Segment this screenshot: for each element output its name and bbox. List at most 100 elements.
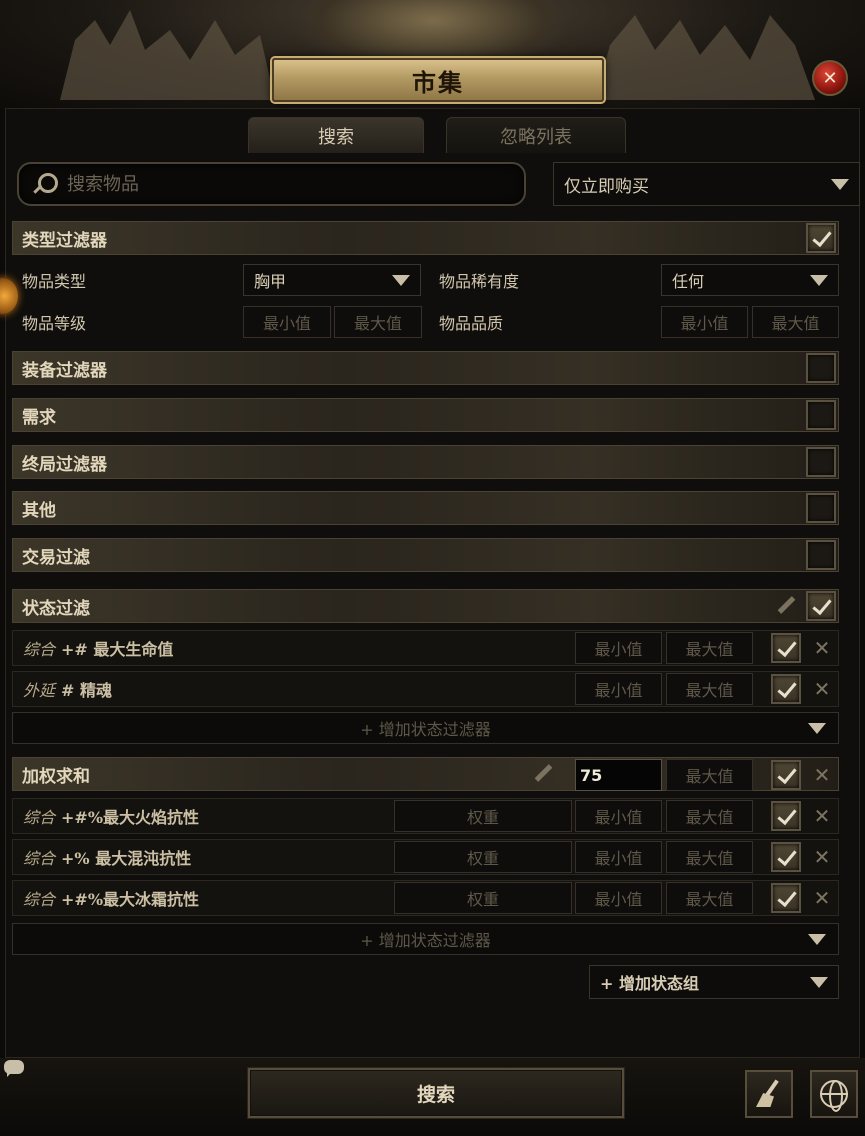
- item-search-box[interactable]: [17, 162, 526, 206]
- stat-weight-input[interactable]: 权重: [394, 882, 572, 914]
- chevron-down-icon: [810, 275, 828, 286]
- search-button[interactable]: 搜索: [248, 1068, 624, 1118]
- add-stat-group-select[interactable]: + 增加状态组: [589, 965, 839, 999]
- close-button[interactable]: ✕: [812, 60, 848, 96]
- right-statues-decoration: [595, 15, 815, 100]
- buy-mode-select[interactable]: 仅立即购买: [553, 162, 860, 206]
- stat-filters-checkbox[interactable]: [806, 591, 836, 621]
- stat-row-checkbox[interactable]: [771, 633, 801, 663]
- stat-min-input[interactable]: 最小值: [575, 841, 662, 873]
- left-statues-decoration: [60, 10, 275, 100]
- stat-row-checkbox[interactable]: [771, 883, 801, 913]
- add-stat-filter-select[interactable]: + 增加状态过滤器: [12, 923, 839, 955]
- item-level-min-input[interactable]: 最小值: [243, 306, 331, 338]
- tab-ignore-list-label: 忽略列表: [500, 126, 572, 148]
- stat-prefix: 外延: [23, 681, 56, 700]
- weighted-sum-max-input[interactable]: 最大值: [666, 759, 753, 791]
- clear-filters-button[interactable]: [745, 1070, 793, 1118]
- add-stat-filter-select[interactable]: + 增加状态过滤器: [12, 712, 839, 744]
- equipment-filters-header[interactable]: 装备过滤器: [12, 351, 839, 385]
- stat-max-input[interactable]: 最大值: [666, 632, 753, 664]
- item-quality-label: 物品品质: [439, 314, 504, 333]
- type-filters-checkbox[interactable]: [806, 223, 836, 253]
- endgame-filters-header[interactable]: 终局过滤器: [12, 445, 839, 479]
- placeholder-text: 最小值: [594, 849, 643, 868]
- add-stat-group-label: + 增加状态组: [600, 974, 699, 993]
- placeholder-text: 最小值: [262, 314, 311, 333]
- weighted-sum-min-input[interactable]: 75: [575, 759, 662, 791]
- stat-filters-label: 状态过滤: [22, 598, 90, 619]
- stat-max-input[interactable]: 最大值: [666, 800, 753, 832]
- equipment-filters-checkbox[interactable]: [806, 353, 836, 383]
- requirements-checkbox[interactable]: [806, 400, 836, 430]
- remove-group-icon[interactable]: ✕: [812, 765, 832, 785]
- globe-icon: [820, 1080, 848, 1112]
- remove-stat-icon[interactable]: ✕: [812, 638, 832, 658]
- stat-min-input[interactable]: 最小值: [575, 673, 662, 705]
- pencil-icon[interactable]: [532, 763, 554, 785]
- filter-group-label: 其他: [22, 500, 56, 521]
- stat-max-input[interactable]: 最大值: [666, 673, 753, 705]
- stat-min-input[interactable]: 最小值: [575, 632, 662, 664]
- tab-ignore-list[interactable]: 忽略列表: [446, 117, 626, 153]
- tab-bar: 搜索 忽略列表: [0, 117, 865, 155]
- weighted-sum-min-value: 75: [580, 765, 603, 785]
- item-rarity-select[interactable]: 任何: [661, 264, 839, 296]
- search-icon: [31, 171, 58, 197]
- window-title-plate: 市集: [272, 58, 604, 102]
- stat-max-input[interactable]: 最大值: [666, 841, 753, 873]
- item-type-select[interactable]: 胸甲: [243, 264, 421, 296]
- remove-stat-icon[interactable]: ✕: [812, 847, 832, 867]
- item-level-max-input[interactable]: 最大值: [334, 306, 422, 338]
- remove-stat-icon[interactable]: ✕: [812, 679, 832, 699]
- placeholder-text: 最小值: [594, 808, 643, 827]
- endgame-filters-checkbox[interactable]: [806, 447, 836, 477]
- stat-min-input[interactable]: 最小值: [575, 800, 662, 832]
- remove-stat-icon[interactable]: ✕: [812, 806, 832, 826]
- placeholder-text: 最小值: [594, 890, 643, 909]
- chat-icon[interactable]: [4, 1060, 24, 1077]
- stat-name: +#%最大冰霜抗性: [61, 890, 200, 909]
- remove-stat-icon[interactable]: ✕: [812, 888, 832, 908]
- stat-row-checkbox[interactable]: [771, 842, 801, 872]
- placeholder-text: 最大值: [353, 314, 402, 333]
- placeholder-text: 最小值: [594, 681, 643, 700]
- placeholder-text: 权重: [466, 849, 499, 868]
- stat-min-input[interactable]: 最小值: [575, 882, 662, 914]
- placeholder-text: 最大值: [685, 640, 734, 659]
- stat-row-checkbox[interactable]: [771, 674, 801, 704]
- item-rarity-label: 物品稀有度: [439, 272, 520, 291]
- tab-search[interactable]: 搜索: [248, 117, 424, 153]
- stat-weight-input[interactable]: 权重: [394, 841, 572, 873]
- open-web-button[interactable]: [810, 1070, 858, 1118]
- add-stat-filter-label: + 增加状态过滤器: [360, 931, 491, 950]
- add-stat-filter-label: + 增加状态过滤器: [360, 720, 491, 739]
- stat-name: +% 最大混沌抗性: [61, 849, 192, 868]
- stat-prefix: 综合: [23, 808, 56, 827]
- stat-filters-header[interactable]: 状态过滤: [12, 589, 839, 623]
- pencil-icon[interactable]: [775, 595, 797, 617]
- stat-name: +#%最大火焰抗性: [61, 808, 200, 827]
- requirements-header[interactable]: 需求: [12, 398, 839, 432]
- filter-group-label: 装备过滤器: [22, 360, 107, 381]
- stat-row-checkbox[interactable]: [771, 801, 801, 831]
- placeholder-text: 最大值: [685, 681, 734, 700]
- item-type-label: 物品类型: [22, 272, 87, 291]
- chevron-down-icon: [392, 275, 410, 286]
- weighted-sum-checkbox[interactable]: [771, 760, 801, 790]
- misc-filters-header[interactable]: 其他: [12, 491, 839, 525]
- search-button-label: 搜索: [416, 1083, 455, 1106]
- stat-weight-input[interactable]: 权重: [394, 800, 572, 832]
- trade-filters-checkbox[interactable]: [806, 540, 836, 570]
- search-input[interactable]: [67, 173, 487, 195]
- item-rarity-value: 任何: [672, 272, 705, 291]
- misc-filters-checkbox[interactable]: [806, 493, 836, 523]
- item-quality-min-input[interactable]: 最小值: [661, 306, 748, 338]
- placeholder-text: 权重: [466, 890, 499, 909]
- item-level-label: 物品等级: [22, 314, 87, 333]
- type-filters-header[interactable]: 类型过滤器: [12, 221, 839, 255]
- item-quality-max-input[interactable]: 最大值: [752, 306, 839, 338]
- trade-filters-header[interactable]: 交易过滤: [12, 538, 839, 572]
- stat-max-input[interactable]: 最大值: [666, 882, 753, 914]
- placeholder-text: 权重: [466, 808, 499, 827]
